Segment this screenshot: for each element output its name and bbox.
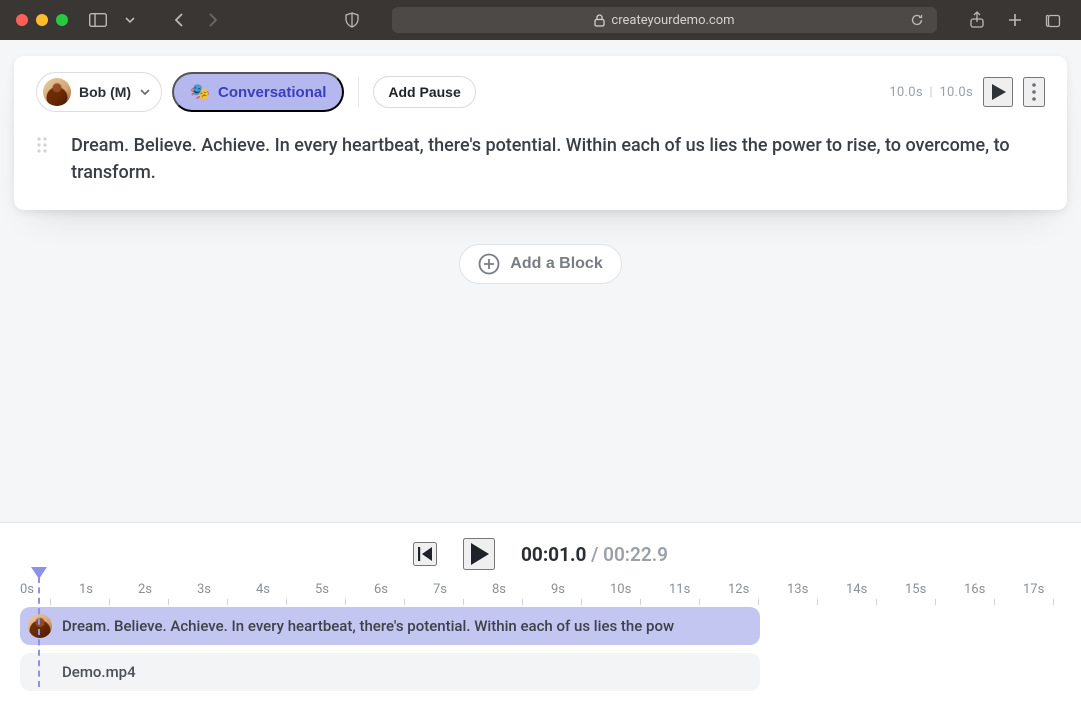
media-track: Demo.mp4 — [20, 653, 1061, 691]
url-text: createyourdemo.com — [611, 13, 734, 28]
ruler-tick: 6s — [374, 586, 433, 601]
ruler-tick: 8s — [492, 586, 551, 601]
timeline-skip-start-button[interactable] — [413, 542, 437, 566]
voice-name: Bob (M) — [79, 84, 131, 100]
timeline-time-display: 00:01.0 / 00:22.9 — [521, 543, 668, 566]
skip-start-icon — [415, 544, 435, 564]
ruler-tick: 0s — [20, 586, 79, 601]
ruler-tick: 14s — [846, 586, 905, 601]
reload-icon[interactable] — [905, 8, 929, 32]
voice-avatar — [43, 78, 71, 106]
url-bar[interactable]: createyourdemo.com — [392, 7, 937, 33]
add-block-label: Add a Block — [510, 255, 602, 273]
timeline-controls: 00:01.0 / 00:22.9 — [0, 533, 1081, 575]
share-icon[interactable] — [965, 8, 989, 32]
ruler-tick: 5s — [315, 586, 374, 601]
block-duration-total: 10.0s — [939, 85, 973, 100]
block-play-button[interactable] — [983, 77, 1013, 107]
nav-back-button[interactable] — [168, 8, 192, 32]
sidebar-toggle-icon[interactable] — [86, 8, 110, 32]
app-page: Bob (M) 🎭 Conversational Add Pause 10.0s… — [0, 40, 1081, 701]
script-text-input[interactable]: Dream. Believe. Achieve. In every heartb… — [71, 132, 1045, 186]
ruler-tick: 2s — [138, 586, 197, 601]
playhead-marker[interactable] — [31, 567, 47, 579]
browser-titlebar: createyourdemo.com — [0, 0, 1081, 40]
ruler-tick: 1s — [79, 586, 138, 601]
block-more-menu[interactable] — [1023, 77, 1045, 107]
playhead-line — [38, 577, 40, 687]
ruler-tick: 17s — [1023, 586, 1081, 601]
fullscreen-window-button[interactable] — [56, 14, 68, 26]
block-toolbar: Bob (M) 🎭 Conversational Add Pause 10.0s… — [36, 72, 1045, 112]
ruler-tick: 13s — [787, 586, 846, 601]
chevron-down-icon — [139, 86, 151, 98]
block-duration-current: 10.0s — [889, 85, 923, 100]
voice-track: Dream. Believe. Achieve. In every heartb… — [20, 607, 1061, 645]
ruler-tick: 11s — [669, 586, 728, 601]
timeline-panel: 00:01.0 / 00:22.9 0s1s2s3s4s5s6s7s8s9s10… — [0, 523, 1081, 701]
lock-icon — [594, 14, 605, 27]
ruler-tick: 10s — [610, 586, 669, 601]
tabs-overview-icon[interactable] — [1041, 8, 1065, 32]
window-controls — [16, 14, 68, 26]
play-icon — [987, 81, 1009, 103]
voice-select[interactable]: Bob (M) — [36, 72, 162, 112]
minimize-window-button[interactable] — [36, 14, 48, 26]
nav-forward-button[interactable] — [200, 8, 224, 32]
voice-avatar — [28, 614, 52, 638]
script-block-card: Bob (M) 🎭 Conversational Add Pause 10.0s… — [14, 56, 1067, 210]
timeline-play-button[interactable] — [463, 538, 495, 570]
block-duration: 10.0s | 10.0s — [889, 85, 973, 100]
toolbar-divider — [358, 77, 359, 107]
close-window-button[interactable] — [16, 14, 28, 26]
timeline-tracks: Dream. Believe. Achieve. In every heartb… — [0, 601, 1081, 701]
voice-clip[interactable]: Dream. Believe. Achieve. In every heartb… — [20, 607, 760, 645]
dropdown-chevron-icon[interactable] — [118, 8, 142, 32]
drag-handle-icon[interactable] — [36, 132, 51, 158]
ruler-tick: 15s — [905, 586, 964, 601]
ruler-tick: 3s — [197, 586, 256, 601]
ruler-tick: 7s — [433, 586, 492, 601]
voice-clip-text: Dream. Believe. Achieve. In every heartb… — [62, 617, 674, 635]
ruler-tick: 12s — [728, 586, 787, 601]
play-icon — [465, 540, 493, 568]
ruler-tick: 16s — [964, 586, 1023, 601]
voice-style-chip[interactable]: 🎭 Conversational — [172, 72, 344, 112]
mask-icon: 🎭 — [190, 82, 210, 102]
media-clip[interactable]: Demo.mp4 — [20, 653, 760, 691]
voice-style-label: Conversational — [218, 84, 326, 101]
timeline-time-total: 00:22.9 — [603, 543, 668, 566]
ruler-tick: 9s — [551, 586, 610, 601]
plus-circle-icon — [478, 253, 500, 275]
more-vertical-icon — [1032, 83, 1036, 101]
media-clip-text: Demo.mp4 — [62, 663, 136, 681]
timeline-time-current: 00:01.0 — [521, 543, 586, 566]
new-tab-icon[interactable] — [1003, 8, 1027, 32]
add-pause-button[interactable]: Add Pause — [373, 76, 475, 108]
shield-icon[interactable] — [340, 8, 364, 32]
timeline-ruler[interactable]: 0s1s2s3s4s5s6s7s8s9s10s11s12s13s14s15s16… — [0, 575, 1081, 601]
add-pause-label: Add Pause — [388, 84, 460, 100]
add-block-button[interactable]: Add a Block — [459, 244, 621, 284]
ruler-tick: 4s — [256, 586, 315, 601]
